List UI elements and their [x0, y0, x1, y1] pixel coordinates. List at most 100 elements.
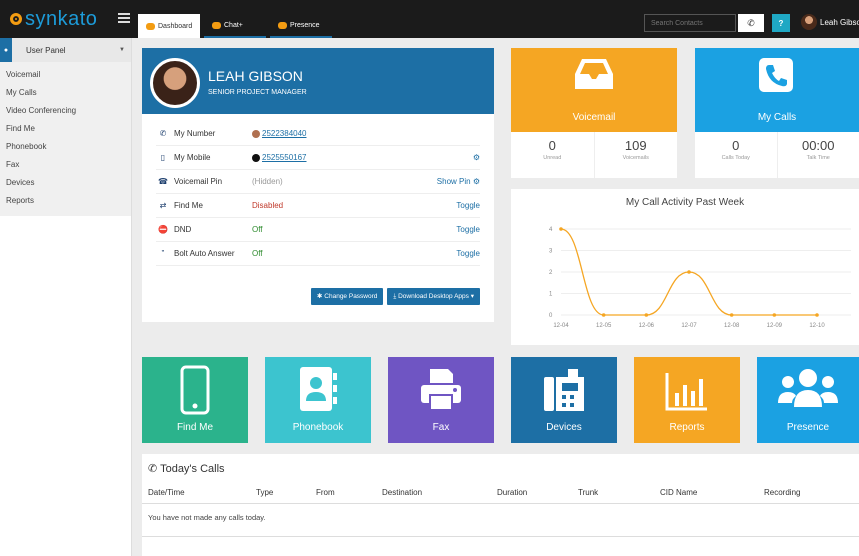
chart-x-tick-label: 12-06 [639, 323, 655, 329]
chart-x-tick-label: 12-09 [767, 323, 783, 329]
download-icon: ⤓ [393, 293, 397, 300]
row-find-me: ⇄ Find Me Disabled Toggle [156, 194, 480, 218]
fax-tile[interactable]: Fax [388, 357, 494, 443]
unread-stat: 0 Unread [511, 132, 595, 178]
search-contacts-input[interactable] [644, 14, 736, 32]
sidebar-item-reports[interactable]: Reports [0, 192, 131, 210]
dial-button[interactable]: ✆ [738, 14, 764, 32]
sidebar-item-my-calls[interactable]: My Calls [0, 84, 131, 102]
col-cid-name[interactable]: CID Name [660, 488, 697, 497]
sidebar: ● User Panel ▼ Voicemail My Calls Video … [0, 38, 132, 556]
user-name[interactable]: Leah Gibso [820, 18, 859, 27]
tab-dashboard[interactable]: Dashboard [138, 14, 200, 38]
menu-toggle-icon[interactable] [118, 13, 130, 23]
top-tabs: Dashboard Chat+ Presence [138, 14, 336, 38]
sidebar-item-devices[interactable]: Devices [0, 174, 131, 192]
dnd-value: Off [252, 225, 263, 234]
my-mobile-label: My Mobile [174, 153, 211, 162]
logo-mark [10, 13, 22, 25]
top-bar: synkato Dashboard Chat+ Presence ✆ ? Lea… [0, 0, 859, 38]
logo[interactable]: synkato [10, 9, 97, 29]
row-voicemail-pin: ☎ Voicemail Pin (Hidden) Show Pin ⚙ [156, 170, 480, 194]
row-my-mobile: ▯ My Mobile 2525550167 ⚙ [156, 146, 480, 170]
profile-rows: ✆ My Number 2522384040 ▯ My Mobile 25255… [142, 114, 494, 266]
avatar[interactable] [801, 14, 817, 30]
my-mobile-link[interactable]: 2525550167 [262, 153, 307, 162]
todays-calls-title: ✆ Today's Calls [148, 462, 225, 475]
change-password-button[interactable]: ✱ Change Password [311, 288, 384, 305]
chart-y-tick-label: 1 [549, 292, 553, 298]
phone-icon: ✆ [148, 463, 158, 475]
find-me-tile[interactable]: Find Me [142, 357, 248, 443]
dashboard-icon [146, 22, 155, 30]
sidebar-item-phonebook[interactable]: Phonebook [0, 138, 131, 156]
phone-volume-icon: ‟ [161, 249, 165, 258]
mobile-phone-icon [180, 365, 210, 415]
my-calls-tile-header: My Calls [695, 48, 859, 132]
users-icon [778, 369, 838, 407]
col-from[interactable]: From [316, 488, 335, 497]
find-me-toggle[interactable]: Toggle [456, 201, 480, 210]
find-me-tile-label: Find Me [176, 422, 214, 433]
sidebar-item-fax[interactable]: Fax [0, 156, 131, 174]
calls-table-header: Date/Time Type From Destination Duration… [142, 484, 859, 504]
help-button[interactable]: ? [772, 14, 790, 32]
talk-time-label: Talk Time [806, 155, 830, 161]
col-duration[interactable]: Duration [497, 488, 527, 497]
chevron-down-icon: ▼ [119, 47, 125, 53]
inbox-icon [575, 59, 613, 89]
tab-chat-label: Chat+ [224, 21, 243, 29]
my-number-label: My Number [174, 129, 216, 138]
sidebar-item-video-conferencing[interactable]: Video Conferencing [0, 102, 131, 120]
todays-calls-panel: ✆ Today's Calls Date/Time Type From Dest… [142, 454, 859, 556]
chart-x-tick-label: 12-05 [596, 323, 612, 329]
presence-icon [278, 21, 287, 29]
logo-text: synkato [25, 8, 98, 30]
bolt-auto-answer-label: Bolt Auto Answer [174, 249, 235, 258]
tab-presence[interactable]: Presence [270, 14, 332, 38]
col-date-time[interactable]: Date/Time [148, 488, 185, 497]
calls-today-stat: 0 Calls Today [695, 132, 778, 178]
chart-point [815, 313, 819, 317]
gear-icon[interactable]: ⚙ [473, 153, 480, 162]
find-me-label: Find Me [174, 201, 203, 210]
download-desktop-apps-button[interactable]: ⤓ Download Desktop Apps ▾ [387, 288, 480, 305]
tab-chat[interactable]: Chat+ [204, 14, 266, 38]
bolt-auto-answer-toggle[interactable]: Toggle [456, 249, 480, 258]
my-number-link[interactable]: 2522384040 [262, 129, 307, 138]
show-pin-button[interactable]: Show Pin ⚙ [437, 177, 480, 186]
calls-empty-message: You have not made any calls today. [148, 513, 266, 522]
voicemail-tile-header: Voicemail [511, 48, 677, 132]
calls-today-label: Calls Today [721, 155, 750, 161]
phone-badge-icon [252, 153, 260, 162]
col-type[interactable]: Type [256, 488, 273, 497]
chart-y-tick-label: 2 [549, 270, 553, 276]
devices-tile[interactable]: Devices [511, 357, 617, 443]
bar-chart-icon [665, 373, 707, 411]
tab-presence-label: Presence [290, 21, 320, 29]
sidebar-header[interactable]: ● User Panel ▼ [0, 38, 131, 62]
dnd-label: DND [174, 225, 192, 234]
row-dnd: ⛔ DND Off Toggle [156, 218, 480, 242]
dashboard-gauge-icon: ● [0, 38, 12, 62]
col-trunk[interactable]: Trunk [578, 488, 598, 497]
chart-point [644, 313, 649, 317]
my-calls-tile[interactable]: My Calls 0 Calls Today 00:00 Talk Time [695, 48, 859, 178]
download-label: Download Desktop Apps [398, 293, 469, 300]
sidebar-item-voicemail[interactable]: Voicemail [0, 66, 131, 84]
dnd-toggle[interactable]: Toggle [456, 225, 480, 234]
col-recording[interactable]: Recording [764, 488, 800, 497]
col-destination[interactable]: Destination [382, 488, 422, 497]
voicemail-tile[interactable]: Voicemail 0 Unread 109 Voicemails [511, 48, 677, 178]
presence-tile[interactable]: Presence [757, 357, 859, 443]
my-mobile-value-wrap: 2525550167 [252, 153, 473, 162]
reports-tile[interactable]: Reports [634, 357, 740, 443]
voicemail-stats: 0 Unread 109 Voicemails [511, 132, 677, 178]
address-book-icon [300, 367, 337, 411]
fax-machine-icon [544, 369, 584, 411]
chart-y-tick-label: 3 [549, 249, 553, 255]
profile-header: LEAH GIBSON SENIOR PROJECT MANAGER [142, 48, 494, 114]
chart-x-tick-label: 12-04 [553, 323, 569, 329]
phonebook-tile[interactable]: Phonebook [265, 357, 371, 443]
sidebar-item-find-me[interactable]: Find Me [0, 120, 131, 138]
